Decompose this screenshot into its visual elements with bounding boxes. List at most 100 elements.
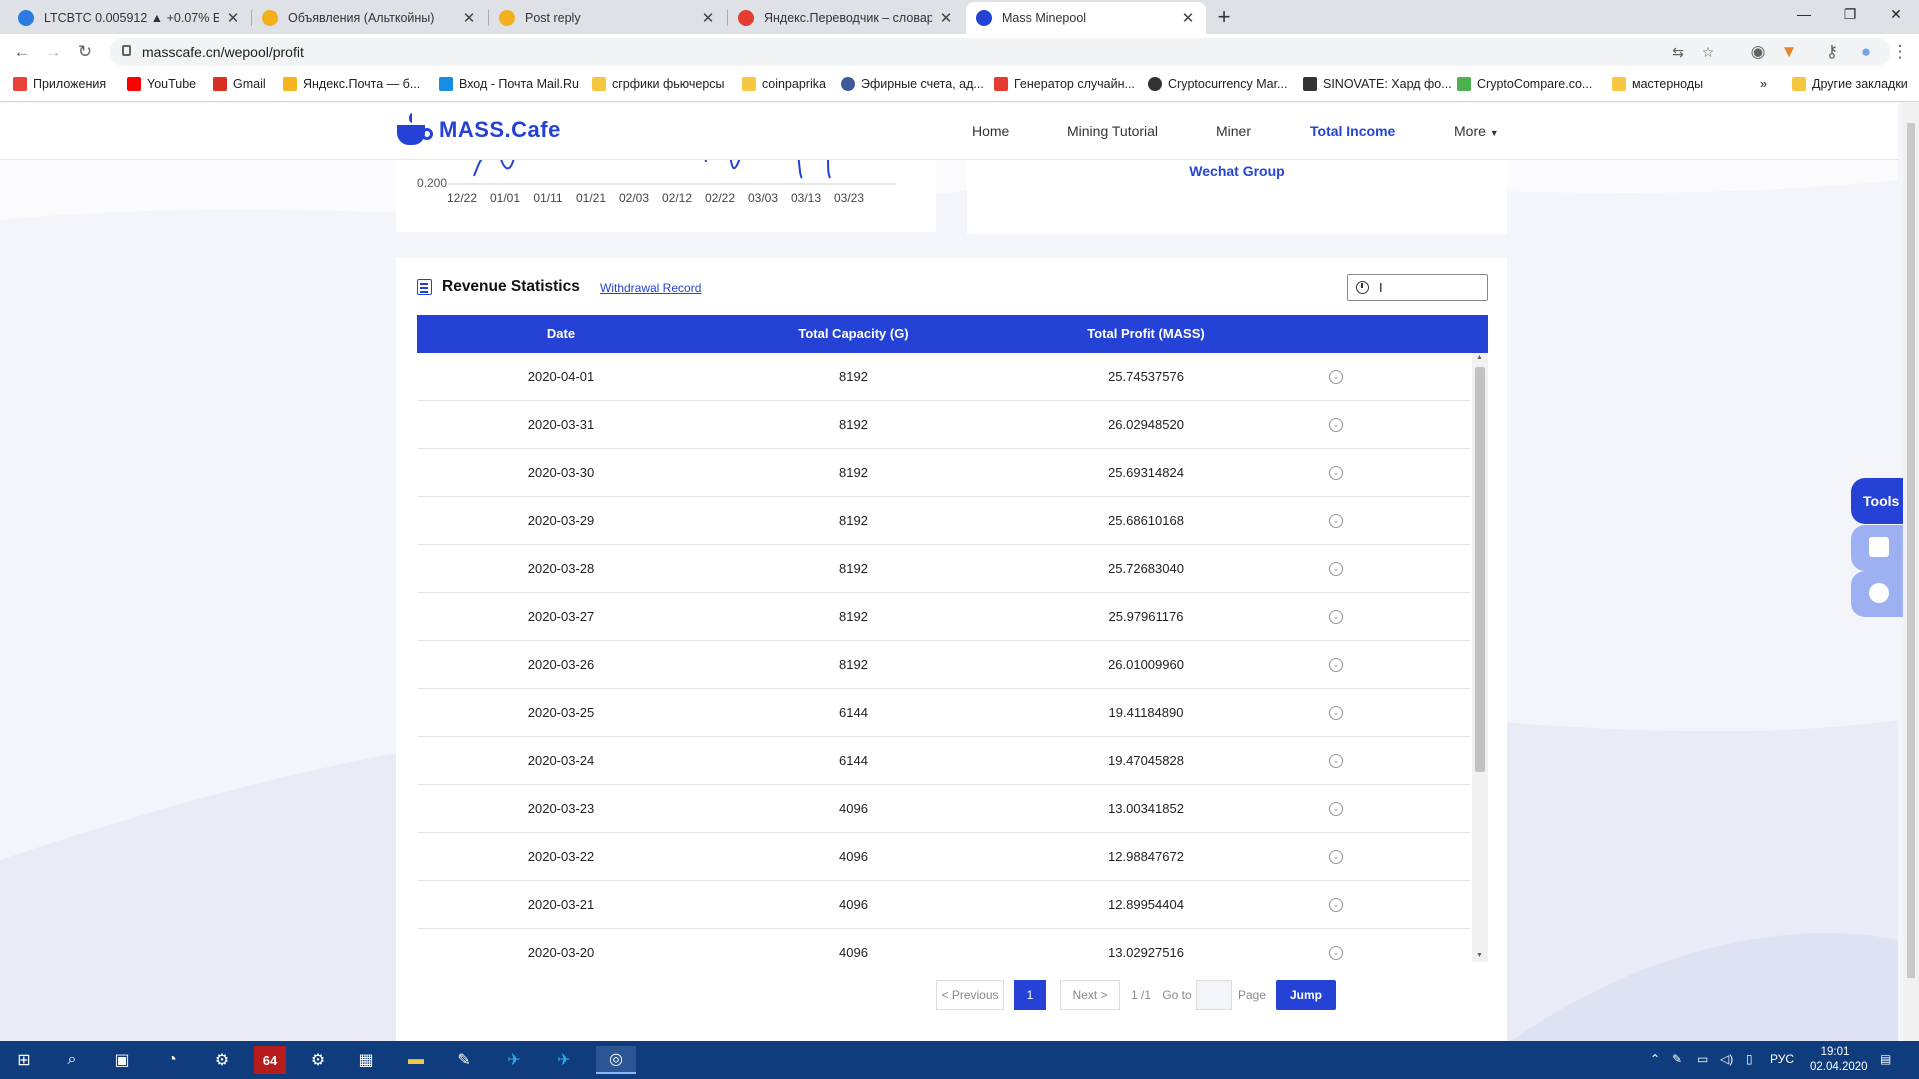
expand-row-icon[interactable]: ⌄ xyxy=(1329,946,1343,960)
telegram-icon[interactable]: ✈ xyxy=(498,1046,530,1074)
table-scrollbar[interactable]: ▲ ▼ xyxy=(1472,353,1488,962)
browser-tab-post-reply[interactable]: Post reply ✕ xyxy=(489,2,726,34)
table-row[interactable]: 2020-03-25 6144 19.41184890 ⌄ xyxy=(417,689,1471,737)
new-tab-button[interactable]: + xyxy=(1210,6,1238,30)
expand-row-icon[interactable]: ⌄ xyxy=(1329,898,1343,912)
table-row[interactable]: 2020-03-29 8192 25.68610168 ⌄ xyxy=(417,497,1471,545)
nav-total-income[interactable]: Total Income xyxy=(1310,123,1395,139)
nav-home[interactable]: Home xyxy=(972,123,1009,139)
bookmark-sinovate[interactable]: SINOVATE: Хард фо... xyxy=(1303,77,1452,91)
translate-icon[interactable]: ⇆ xyxy=(1670,44,1686,60)
table-row[interactable]: 2020-03-22 4096 12.98847672 ⌄ xyxy=(417,833,1471,881)
bookmark-mailru[interactable]: Вход - Почта Mail.Ru xyxy=(439,77,579,91)
table-row[interactable]: 2020-03-30 8192 25.69314824 ⌄ xyxy=(417,449,1471,497)
wechat-group-link[interactable]: Wechat Group xyxy=(967,163,1507,179)
bookmark-youtube[interactable]: YouTube xyxy=(127,77,196,91)
close-icon[interactable]: ✕ xyxy=(938,9,954,27)
close-icon[interactable]: ✕ xyxy=(1180,9,1196,27)
explorer-folder-icon[interactable]: ▬ xyxy=(400,1046,432,1074)
other-bookmarks-folder[interactable]: Другие закладки xyxy=(1792,77,1908,91)
close-icon[interactable]: ✕ xyxy=(461,9,477,27)
minimize-button[interactable]: — xyxy=(1781,0,1827,30)
browser-tab-altcoins[interactable]: Объявления (Альткойны) ✕ xyxy=(252,2,487,34)
expand-row-icon[interactable]: ⌄ xyxy=(1329,850,1343,864)
bookmark-cryptocurrency-market[interactable]: Cryptocurrency Mar... xyxy=(1148,77,1287,91)
scrollbar-thumb[interactable] xyxy=(1475,367,1485,772)
windows-start-icon[interactable]: ⊞ xyxy=(8,1046,40,1074)
close-window-button[interactable]: ✕ xyxy=(1873,0,1919,30)
nav-more[interactable]: More ▼ xyxy=(1454,123,1499,139)
goto-page-input[interactable] xyxy=(1196,980,1232,1010)
notes-icon[interactable]: ✎ xyxy=(448,1046,480,1074)
network-app-icon[interactable]: ⚙ xyxy=(206,1046,238,1074)
tray-pen-icon[interactable]: ✎ xyxy=(1672,1052,1682,1066)
expand-row-icon[interactable]: ⌄ xyxy=(1329,802,1343,816)
table-row[interactable]: 2020-04-01 8192 25.74537576 ⌄ xyxy=(417,353,1471,401)
page-scrollbar-thumb[interactable] xyxy=(1907,123,1915,978)
aida64-icon[interactable]: 64 xyxy=(254,1046,286,1074)
expand-row-icon[interactable]: ⌄ xyxy=(1329,706,1343,720)
revenue-table-body[interactable]: 2020-03-20 4096 13.02927516 ⌄ 2020-03-21 4096… xyxy=(417,353,1488,962)
expand-row-icon[interactable]: ⌄ xyxy=(1329,418,1343,432)
close-icon[interactable]: ✕ xyxy=(225,9,241,27)
profile-icon[interactable]: ● xyxy=(1854,41,1878,63)
menu-icon[interactable]: ⋮ xyxy=(1888,41,1912,63)
scroll-down-icon[interactable]: ▼ xyxy=(1476,952,1483,959)
battery-icon[interactable]: ▯ xyxy=(1746,1052,1753,1066)
bookmark-coinpaprika[interactable]: coinpaprika xyxy=(742,77,826,91)
expand-row-icon[interactable]: ⌄ xyxy=(1329,658,1343,672)
bookmarks-overflow-button[interactable]: » xyxy=(1760,77,1767,91)
withdrawal-record-link[interactable]: Withdrawal Record xyxy=(600,281,701,295)
bookmark-ether-accounts[interactable]: Эфирные счета, ад... xyxy=(841,77,984,91)
metamask-icon[interactable]: ▼ xyxy=(1777,41,1801,63)
bookmark-yandex-mail[interactable]: Яндекс.Почта — б... xyxy=(283,77,420,91)
table-row[interactable]: 2020-03-26 8192 26.01009960 ⌄ xyxy=(417,641,1471,689)
bookmark-masternodes[interactable]: мастерноды xyxy=(1612,77,1703,91)
table-row[interactable]: 2020-03-27 8192 25.97961176 ⌄ xyxy=(417,593,1471,641)
table-row[interactable]: 2020-03-20 4096 13.02927516 ⌄ xyxy=(417,929,1471,962)
table-row[interactable]: 2020-03-21 4096 12.89954404 ⌄ xyxy=(417,881,1471,929)
table-row[interactable]: 2020-03-28 8192 25.72683040 ⌄ xyxy=(417,545,1471,593)
date-filter-input[interactable]: I xyxy=(1347,274,1488,301)
bookmark-gmail[interactable]: Gmail xyxy=(213,77,266,91)
table-row[interactable]: 2020-03-24 6144 19.47045828 ⌄ xyxy=(417,737,1471,785)
browser-tab-yandex-translate[interactable]: Яндекс.Переводчик – словарь и ✕ xyxy=(728,2,964,34)
browser-tab-ltcbtc[interactable]: LTCBTC 0.005912 ▲ +0.07% Без ✕ xyxy=(8,2,251,34)
language-indicator[interactable]: РУС xyxy=(1770,1052,1794,1066)
expand-row-icon[interactable]: ⌄ xyxy=(1329,466,1343,480)
address-bar[interactable]: masscafe.cn/wepool/profit ⇆ ☆ xyxy=(110,38,1890,66)
browser-tab-mass-minepool[interactable]: Mass Minepool ✕ xyxy=(966,2,1206,34)
bookmark-random-generator[interactable]: Генератор случайн... xyxy=(994,77,1135,91)
jump-button[interactable]: Jump xyxy=(1276,980,1336,1010)
expand-row-icon[interactable]: ⌄ xyxy=(1329,754,1343,768)
app-icon[interactable]: ◔ xyxy=(156,1046,188,1074)
notification-icon[interactable]: ▤ xyxy=(1880,1052,1891,1066)
scroll-up-icon[interactable]: ▲ xyxy=(1476,354,1483,361)
previous-page-button[interactable]: < Previous xyxy=(936,980,1004,1010)
support-side-button[interactable] xyxy=(1851,571,1903,617)
bookmark-star-icon[interactable]: ☆ xyxy=(1700,44,1716,60)
expand-row-icon[interactable]: ⌄ xyxy=(1329,370,1343,384)
expand-row-icon[interactable]: ⌄ xyxy=(1329,610,1343,624)
bookmark-futures-charts[interactable]: сгрфики фьючерсы xyxy=(592,77,725,91)
page-1-button[interactable]: 1 xyxy=(1014,980,1046,1010)
volume-icon[interactable]: ◁) xyxy=(1720,1052,1733,1066)
site-logo[interactable]: MASS.Cafe xyxy=(395,113,561,147)
bookmark-apps[interactable]: Приложения xyxy=(13,77,106,91)
back-icon[interactable]: ← xyxy=(10,41,34,63)
expand-row-icon[interactable]: ⌄ xyxy=(1329,514,1343,528)
close-icon[interactable]: ✕ xyxy=(700,9,716,27)
key-icon[interactable]: ⚷ xyxy=(1820,41,1844,63)
settings-icon[interactable]: ⚙ xyxy=(302,1046,334,1074)
file-manager-icon[interactable]: ▣ xyxy=(106,1046,138,1074)
nav-miner[interactable]: Miner xyxy=(1216,123,1251,139)
telegram-2-icon[interactable]: ✈ xyxy=(548,1046,580,1074)
docs-side-button[interactable] xyxy=(1851,525,1903,571)
table-row[interactable]: 2020-03-31 8192 26.02948520 ⌄ xyxy=(417,401,1471,449)
taskbar-clock[interactable]: 19:01 02.04.2020 xyxy=(1810,1045,1868,1075)
bookmark-cryptocompare[interactable]: CryptoCompare.co... xyxy=(1457,77,1592,91)
expand-row-icon[interactable]: ⌄ xyxy=(1329,562,1343,576)
table-row[interactable]: 2020-03-23 4096 13.00341852 ⌄ xyxy=(417,785,1471,833)
tray-expand-icon[interactable]: ⌃ xyxy=(1650,1052,1660,1066)
maximize-button[interactable]: ❐ xyxy=(1827,0,1873,30)
